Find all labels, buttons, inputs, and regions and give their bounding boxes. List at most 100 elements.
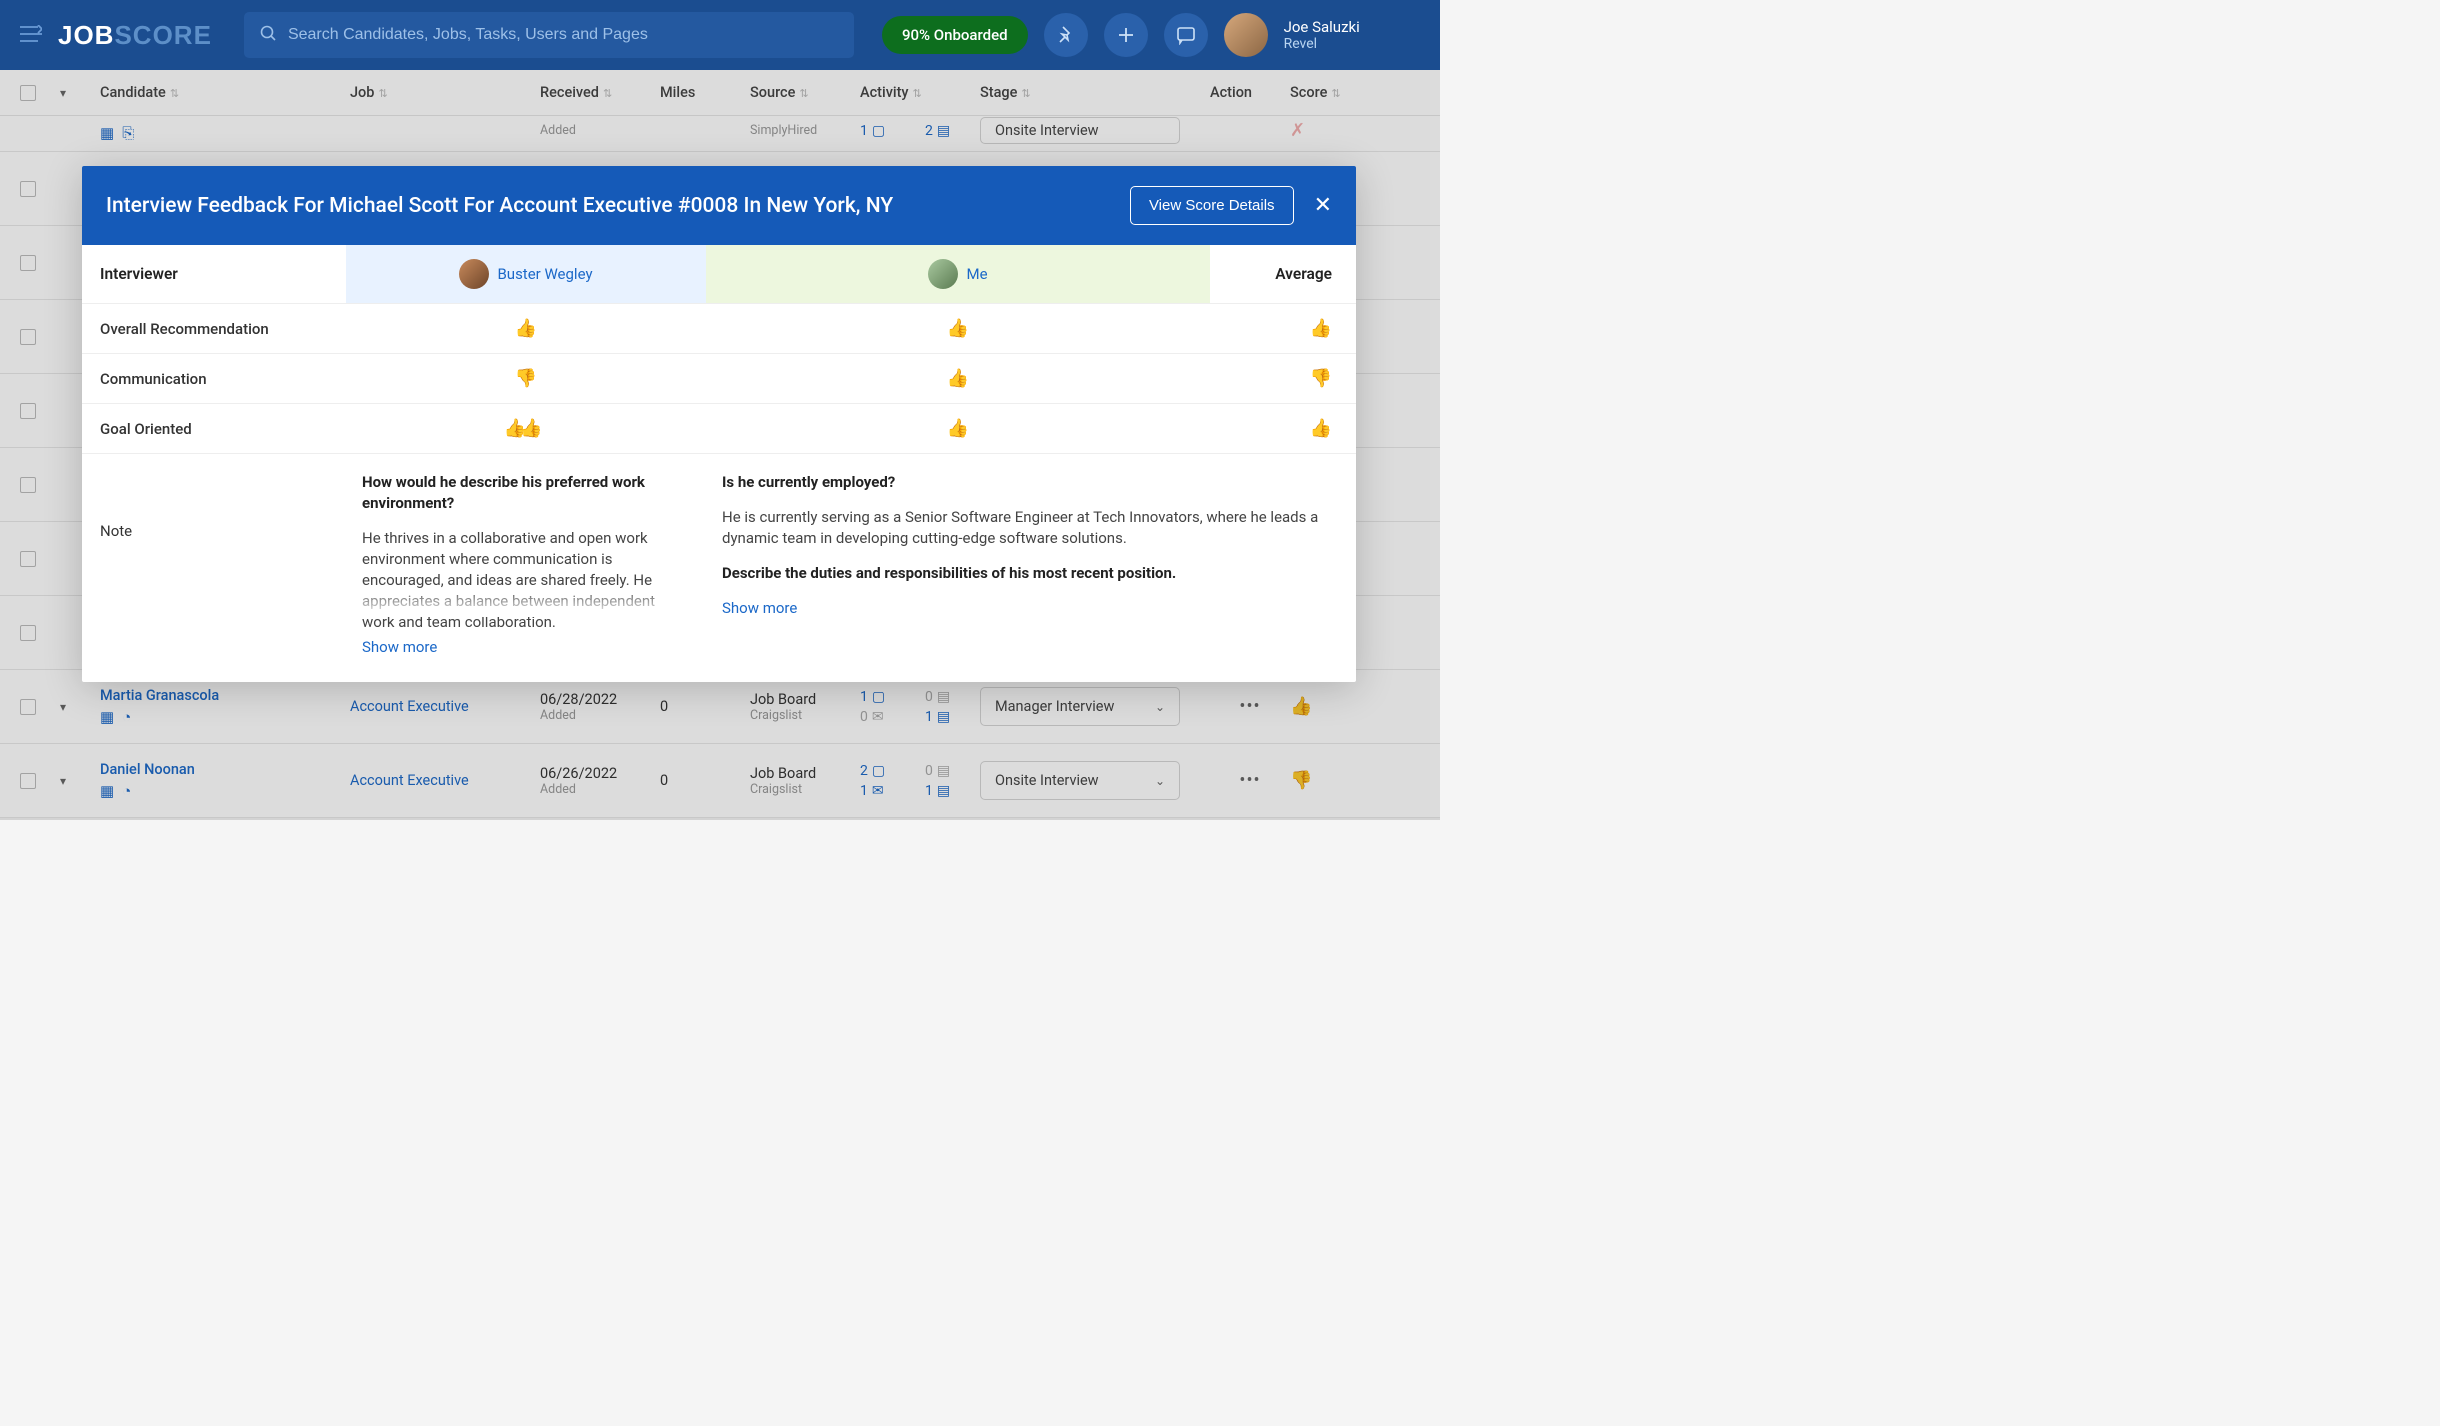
- note-row: Note How would he describe his preferred…: [82, 454, 1356, 682]
- thumbs-up-icon: 👍: [346, 304, 706, 353]
- resume-icon[interactable]: ▦: [100, 124, 114, 142]
- col-activity[interactable]: Activity⇅: [860, 84, 980, 101]
- expand-row-icon[interactable]: ▾: [60, 774, 100, 788]
- feedback-label: Overall Recommendation: [82, 306, 346, 352]
- candidate-icons: ▦◔: [100, 708, 350, 726]
- user-info[interactable]: Joe Saluzki Revel: [1284, 18, 1360, 53]
- job-link[interactable]: Account Executive: [350, 772, 540, 789]
- stage-select[interactable]: Onsite Interview: [980, 117, 1180, 144]
- col-job[interactable]: Job⇅: [350, 84, 540, 101]
- clock-icon[interactable]: ◔: [122, 708, 131, 726]
- avatar: [928, 259, 958, 289]
- candidate-icons: ▦⎘: [100, 124, 350, 142]
- feedback-label: Communication: [82, 356, 346, 402]
- row-checkbox[interactable]: [20, 181, 36, 197]
- note-question: Describe the duties and responsibilities…: [722, 563, 1340, 584]
- search-icon: [260, 25, 276, 45]
- select-all-checkbox[interactable]: [20, 85, 36, 101]
- pin-icon[interactable]: [1044, 13, 1088, 57]
- received-date: 06/26/2022: [540, 765, 660, 782]
- miles: 0: [660, 772, 750, 789]
- col-candidate[interactable]: Candidate⇅: [100, 84, 350, 101]
- job-link[interactable]: Account Executive: [350, 698, 540, 715]
- table-row: ▦⎘ Added SimplyHired 1▢ 2▤ Onsite Interv…: [0, 116, 1440, 152]
- search-input[interactable]: [288, 26, 838, 44]
- logo-job: JOB: [58, 20, 114, 50]
- feedback-row: Overall Recommendation 👍 👍 👍: [82, 304, 1356, 354]
- view-score-details-button[interactable]: View Score Details: [1130, 186, 1294, 225]
- miles: 0: [660, 698, 750, 715]
- col-source[interactable]: Source⇅: [750, 84, 860, 101]
- action-menu[interactable]: •••: [1210, 696, 1290, 717]
- table-header: ▾ Candidate⇅ Job⇅ Received⇅ Miles Source…: [0, 70, 1440, 116]
- note-label: Note: [82, 472, 346, 658]
- thumbs-up-icon: 👍: [706, 354, 1210, 403]
- source-sub: Craigslist: [750, 708, 860, 723]
- user-org: Revel: [1284, 36, 1360, 53]
- activity: 1▢ 2▤: [860, 123, 980, 139]
- double-thumbs-up-icon: 👍👍: [346, 404, 706, 453]
- user-avatar[interactable]: [1224, 13, 1268, 57]
- source-main: Job Board: [750, 691, 860, 708]
- feedback-row: Goal Oriented 👍👍 👍 👍: [82, 404, 1356, 454]
- activity: 1▢ 0▤ 0✉ 1▤: [860, 689, 980, 725]
- received-sub: Added: [540, 123, 660, 138]
- modal-header: Interview Feedback For Michael Scott For…: [82, 166, 1356, 245]
- source-sub: Craigslist: [750, 782, 860, 797]
- resume-icon[interactable]: ▦: [100, 782, 114, 800]
- user-name: Joe Saluzki: [1284, 18, 1360, 36]
- interviewer-name: Buster Wegley: [497, 265, 592, 283]
- row-checkbox[interactable]: [20, 699, 36, 715]
- thumbs-up-icon: 👍: [706, 304, 1210, 353]
- thumbs-up-icon: 👍: [706, 404, 1210, 453]
- logo-score: SCORE: [114, 20, 211, 50]
- col-score[interactable]: Score⇅: [1290, 84, 1350, 101]
- row-checkbox[interactable]: [20, 329, 36, 345]
- col-stage[interactable]: Stage⇅: [980, 84, 1210, 101]
- add-icon[interactable]: [1104, 13, 1148, 57]
- menu-toggle-icon[interactable]: [20, 21, 42, 49]
- col-miles[interactable]: Miles: [660, 84, 750, 101]
- note-question: How would he describe his preferred work…: [362, 472, 690, 514]
- stage-select[interactable]: Manager Interview⌄: [980, 687, 1180, 726]
- score-thumb: ✗: [1290, 120, 1305, 141]
- logo[interactable]: JOBSCORE: [58, 20, 212, 51]
- source-sub: SimplyHired: [750, 123, 860, 138]
- candidate-name[interactable]: Martia Granascola: [100, 687, 350, 704]
- thumbs-down-icon: 👎: [346, 354, 706, 403]
- row-checkbox[interactable]: [20, 477, 36, 493]
- row-checkbox[interactable]: [20, 255, 36, 271]
- note-question: Is he currently employed?: [722, 472, 1340, 493]
- interviewer-name: Me: [966, 265, 987, 283]
- resume-icon[interactable]: ▦: [100, 708, 114, 726]
- interviewer-header-row: Interviewer Buster Wegley Me Average: [82, 245, 1356, 304]
- row-checkbox[interactable]: [20, 773, 36, 789]
- sort-icon: ⇅: [170, 87, 179, 100]
- close-icon[interactable]: ✕: [1314, 193, 1332, 218]
- clock-icon[interactable]: ◔: [122, 782, 131, 800]
- note-answer: He thrives in a collaborative and open w…: [362, 528, 690, 633]
- note-answer: He is currently serving as a Senior Soft…: [722, 507, 1340, 549]
- interviewer-2[interactable]: Me: [706, 245, 1210, 303]
- col-received[interactable]: Received⇅: [540, 84, 660, 101]
- action-menu[interactable]: •••: [1210, 770, 1290, 791]
- row-checkbox[interactable]: [20, 403, 36, 419]
- row-checkbox[interactable]: [20, 551, 36, 567]
- expand-row-icon[interactable]: ▾: [60, 700, 100, 714]
- search-box[interactable]: [244, 12, 854, 58]
- candidate-name[interactable]: Daniel Noonan: [100, 761, 350, 778]
- stage-select[interactable]: Onsite Interview⌄: [980, 761, 1180, 800]
- thumbs-down-icon: 👎: [1210, 354, 1356, 403]
- table-row: ▾ Daniel Noonan ▦◔ Account Executive 06/…: [0, 744, 1440, 818]
- show-more-link[interactable]: Show more: [362, 638, 437, 656]
- messages-icon[interactable]: [1164, 13, 1208, 57]
- interviewer-1[interactable]: Buster Wegley: [346, 245, 706, 303]
- show-more-link[interactable]: Show more: [722, 599, 797, 617]
- onboarded-badge[interactable]: 90% Onboarded: [882, 16, 1028, 54]
- chat-icon[interactable]: ⎘: [122, 124, 134, 142]
- top-nav: JOBSCORE 90% Onboarded Joe Saluzki Revel: [0, 0, 1440, 70]
- row-checkbox[interactable]: [20, 625, 36, 641]
- expand-all-icon[interactable]: ▾: [60, 86, 100, 100]
- received-sub: Added: [540, 782, 660, 797]
- candidate-icons: ▦◔: [100, 782, 350, 800]
